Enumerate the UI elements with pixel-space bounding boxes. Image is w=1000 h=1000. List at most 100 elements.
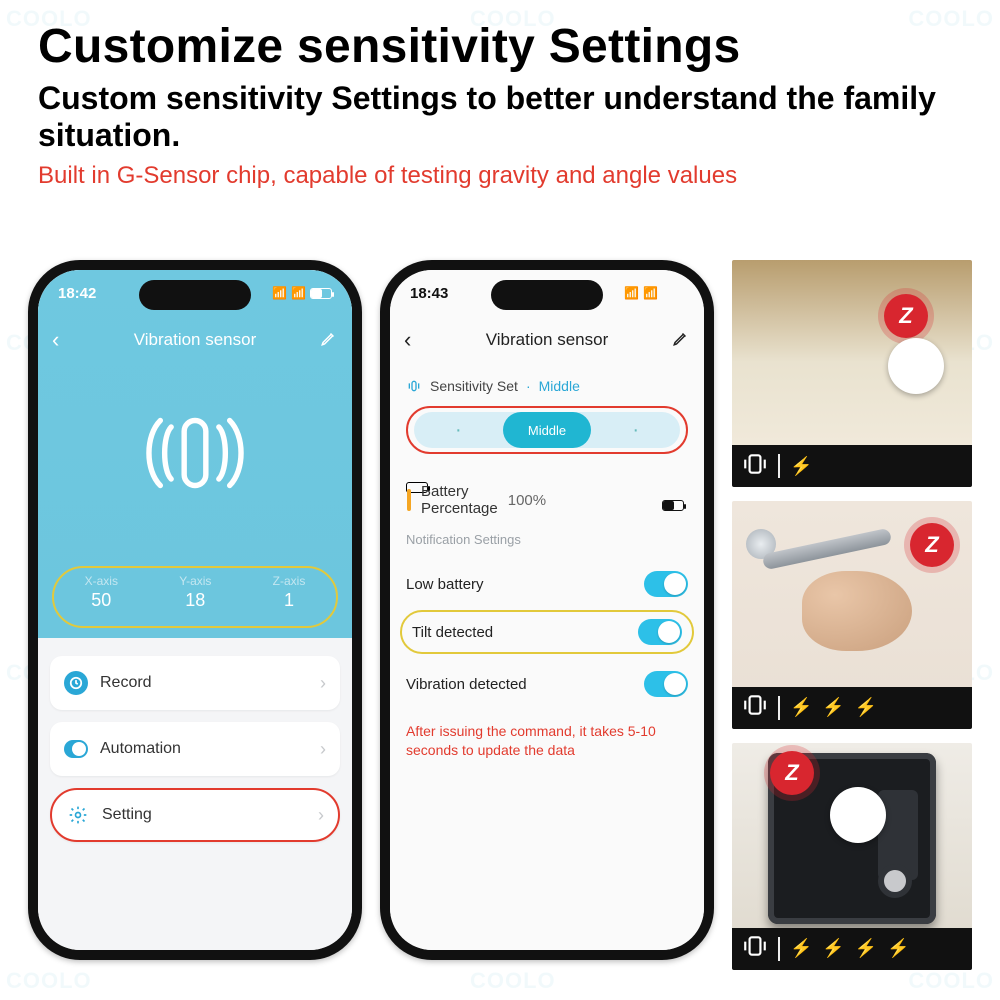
tilt-row: Tilt detected: [400, 610, 694, 654]
record-label: Record: [100, 674, 320, 692]
chevron-right-icon: ›: [318, 805, 324, 826]
clock-icon: [64, 671, 88, 695]
vibration-switch[interactable]: [644, 671, 688, 697]
nav-bar: ‹ Vibration sensor: [38, 320, 352, 360]
nav-bar: ‹ Vibration sensor: [390, 320, 704, 360]
sensor-device: [888, 338, 944, 394]
automation-row[interactable]: Automation ›: [50, 722, 340, 776]
tilt-switch[interactable]: [638, 619, 682, 645]
chevron-right-icon: ›: [320, 673, 326, 694]
low-battery-label: Low battery: [406, 576, 644, 593]
back-button[interactable]: ‹: [52, 327, 59, 353]
page-title: Vibration sensor: [134, 330, 257, 350]
record-row[interactable]: Record ›: [50, 656, 340, 710]
vibrate-icon: [742, 692, 768, 723]
battery-icon: [310, 288, 332, 299]
tilt-label: Tilt detected: [412, 624, 638, 641]
hand: [802, 571, 912, 651]
watermark: COOLO: [470, 968, 556, 994]
edit-button[interactable]: [320, 329, 338, 352]
setting-row[interactable]: Setting ›: [50, 788, 340, 842]
cellular-icon: 📶: [272, 286, 287, 300]
intensity-strip: ⚡ ⚡ ⚡: [732, 687, 972, 729]
update-delay-note: After issuing the command, it takes 5-10…: [406, 722, 688, 760]
bolt-icon: ⚡: [855, 697, 877, 718]
low-battery-row: Low battery: [406, 562, 688, 606]
watermark: COOLO: [6, 968, 92, 994]
battery-section: Battery Percentage 100%: [406, 482, 428, 493]
separator-dot: ·: [526, 378, 531, 394]
hero-panel: 18:42 📶 📶 ‹ Vibration sensor: [38, 270, 352, 638]
feature-note: Built in G-Sensor chip, capable of testi…: [38, 162, 962, 190]
vibrate-icon: [742, 451, 768, 482]
z-axis-value: 1: [273, 590, 306, 611]
toggle-icon: [64, 737, 88, 761]
sensitivity-high[interactable]: [591, 419, 680, 442]
dynamic-island: [491, 280, 603, 310]
low-battery-switch[interactable]: [644, 571, 688, 597]
sensitivity-label: Sensitivity Set: [430, 378, 518, 394]
cellular-icon: 📶: [624, 286, 639, 300]
y-axis-value: 18: [179, 590, 211, 611]
vibration-small-icon: [406, 378, 422, 394]
phone-settings: 18:43 📶 📶 ‹ Vibration sensor Sensitivity…: [380, 260, 714, 960]
scene-safe: Z ⚡ ⚡ ⚡ ⚡: [732, 743, 972, 970]
sensor-device: [830, 787, 886, 843]
vibrate-icon: [742, 933, 768, 964]
bolt-icon: ⚡: [790, 456, 812, 477]
y-axis-label: Y-axis: [179, 574, 211, 588]
scene-door-handle: Z ⚡ ⚡ ⚡: [732, 501, 972, 728]
page-title: Vibration sensor: [486, 330, 609, 350]
phone-overview: 18:42 📶 📶 ‹ Vibration sensor: [28, 260, 362, 960]
edit-button[interactable]: [672, 329, 690, 352]
axis-readout: X-axis 50 Y-axis 18 Z-axis 1: [52, 566, 338, 628]
bolt-icon: ⚡: [822, 938, 844, 959]
dynamic-island: [139, 280, 251, 310]
chevron-right-icon: ›: [320, 739, 326, 760]
gear-icon: [66, 803, 90, 827]
battery-label: Battery Percentage: [421, 483, 498, 517]
intensity-strip: ⚡ ⚡ ⚡ ⚡: [732, 928, 972, 970]
divider: [778, 696, 780, 720]
use-case-photos: Z ⚡ Z ⚡ ⚡ ⚡: [732, 260, 972, 970]
sensitivity-value: Middle: [539, 378, 580, 394]
notification-header: Notification Settings: [406, 532, 688, 547]
battery-icon: [662, 500, 684, 511]
sensitivity-highlight: Middle: [406, 406, 688, 454]
zigbee-badge: Z: [770, 751, 814, 795]
battery-value: 100%: [508, 492, 546, 509]
sensitivity-section: Sensitivity Set · Middle Middle: [406, 378, 688, 454]
watermark: COOLO: [908, 968, 994, 994]
subtitle: Custom sensitivity Settings to better un…: [38, 80, 962, 154]
x-axis-value: 50: [85, 590, 118, 611]
setting-label: Setting: [102, 806, 318, 824]
clock: 18:43: [410, 285, 448, 302]
zigbee-badge: Z: [884, 294, 928, 338]
battery-level-icon: [407, 489, 411, 511]
wifi-icon: 📶: [291, 286, 306, 300]
scene-window: Z ⚡: [732, 260, 972, 487]
bolt-icon: ⚡: [790, 697, 812, 718]
door-handle: [762, 528, 892, 571]
marketing-header: Customize sensitivity Settings Custom se…: [0, 0, 1000, 196]
zigbee-badge: Z: [910, 523, 954, 567]
intensity-strip: ⚡: [732, 445, 972, 487]
back-button[interactable]: ‹: [404, 327, 411, 353]
bolt-icon: ⚡: [822, 697, 844, 718]
x-axis-label: X-axis: [85, 574, 118, 588]
divider: [778, 937, 780, 961]
vibration-icon: [38, 388, 352, 518]
sensitivity-middle[interactable]: Middle: [503, 412, 592, 448]
vibration-row: Vibration detected: [406, 662, 688, 706]
vibration-label: Vibration detected: [406, 676, 644, 693]
bolt-icon: ⚡: [887, 938, 909, 959]
automation-label: Automation: [100, 740, 320, 758]
sensitivity-low[interactable]: [414, 419, 503, 442]
sensitivity-segmented[interactable]: Middle: [414, 412, 680, 448]
wifi-icon: 📶: [643, 286, 658, 300]
title: Customize sensitivity Settings: [38, 22, 962, 72]
divider: [778, 454, 780, 478]
bolt-icon: ⚡: [790, 938, 812, 959]
z-axis-label: Z-axis: [273, 574, 306, 588]
dial: [878, 864, 912, 898]
